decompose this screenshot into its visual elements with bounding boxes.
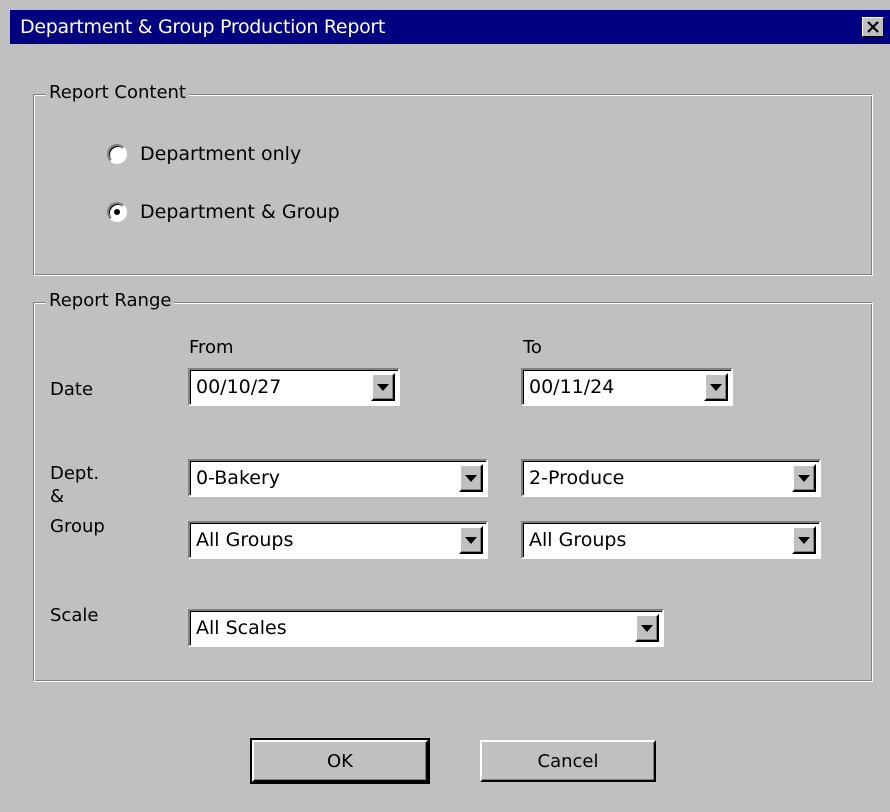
title-bar[interactable]: Department & Group Production Report: [10, 10, 890, 44]
dropdown-button[interactable]: [635, 614, 659, 642]
dropdown-button[interactable]: [704, 373, 728, 401]
dept-to-value: 2-Produce: [529, 467, 625, 489]
chevron-down-icon: [710, 383, 722, 391]
group-to-select[interactable]: All Groups: [521, 521, 821, 559]
ok-button-label: OK: [327, 750, 353, 772]
dropdown-button[interactable]: [459, 464, 483, 492]
radio-button[interactable]: [107, 202, 127, 222]
chevron-down-icon: [465, 474, 477, 482]
radio-label: Department only: [140, 143, 302, 165]
scale-select[interactable]: All Scales: [188, 609, 664, 647]
date-label: Date: [50, 379, 94, 400]
dept-to-select[interactable]: 2-Produce: [521, 459, 821, 497]
report-content-label: Report Content: [46, 82, 189, 103]
dropdown-button[interactable]: [792, 464, 816, 492]
group-to-value: All Groups: [529, 529, 627, 551]
scale-label: Scale: [50, 605, 99, 626]
chevron-down-icon: [377, 383, 389, 391]
group-from-value: All Groups: [196, 529, 294, 551]
chevron-down-icon: [465, 536, 477, 544]
group-from-select[interactable]: All Groups: [188, 521, 488, 559]
dropdown-button[interactable]: [371, 373, 395, 401]
dropdown-button[interactable]: [459, 526, 483, 554]
dept-label-line2: &: [50, 486, 65, 507]
dialog-body: Report Content Department only Departmen…: [10, 44, 890, 812]
from-label: From: [189, 337, 234, 358]
ok-button[interactable]: OK: [250, 738, 430, 784]
report-range-group: Report Range From To Date 00/10/27 00/11…: [33, 290, 873, 682]
chevron-down-icon: [798, 474, 810, 482]
date-from-value: 00/10/27: [196, 376, 282, 398]
radio-department-group[interactable]: Department & Group: [107, 201, 340, 223]
radio-label: Department & Group: [140, 201, 340, 223]
dept-label-line3: Group: [50, 516, 105, 537]
dept-label-line1: Dept.: [50, 463, 100, 484]
dept-from-value: 0-Bakery: [196, 467, 281, 489]
close-button[interactable]: [862, 17, 884, 37]
report-range-label: Report Range: [46, 290, 175, 311]
report-content-group: Report Content Department only Departmen…: [33, 82, 873, 276]
dept-from-select[interactable]: 0-Bakery: [188, 459, 488, 497]
close-icon: [867, 21, 879, 33]
window-title: Department & Group Production Report: [20, 16, 386, 38]
radio-button[interactable]: [107, 144, 127, 164]
date-to-select[interactable]: 00/11/24: [521, 368, 733, 406]
to-label: To: [523, 337, 542, 358]
cancel-button-label: Cancel: [537, 750, 599, 772]
date-from-select[interactable]: 00/10/27: [188, 368, 400, 406]
chevron-down-icon: [641, 624, 653, 632]
scale-value: All Scales: [196, 617, 287, 639]
dropdown-button[interactable]: [792, 526, 816, 554]
radio-department-only[interactable]: Department only: [107, 143, 301, 165]
chevron-down-icon: [798, 536, 810, 544]
cancel-button[interactable]: Cancel: [480, 740, 656, 782]
date-to-value: 00/11/24: [529, 376, 615, 398]
